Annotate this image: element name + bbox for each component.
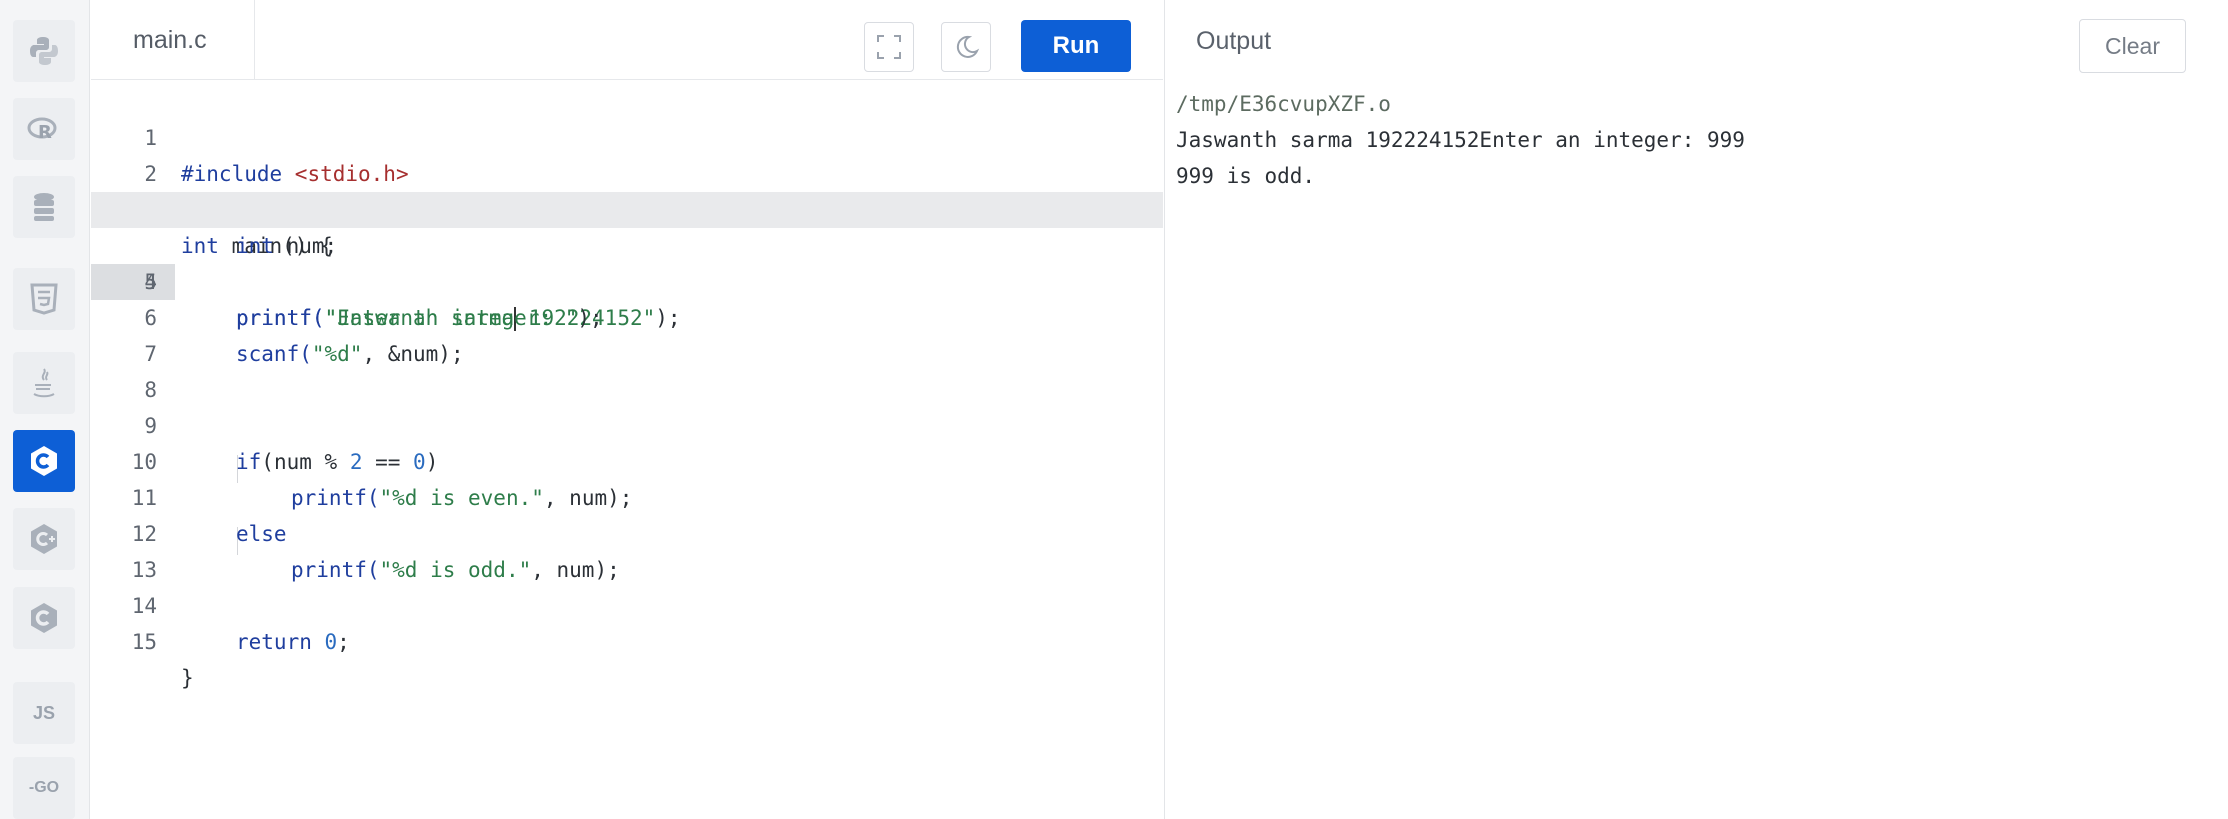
- code-line-6: 6 scanf("%d", &num);: [91, 264, 1163, 366]
- fullscreen-icon: [877, 35, 901, 59]
- moon-icon: [956, 35, 980, 58]
- code-line-11: 11 else: [91, 444, 1163, 546]
- js-label: JS: [32, 702, 56, 723]
- go-button[interactable]: -GO: [13, 757, 75, 819]
- editor-header: main.c Run: [91, 0, 1163, 80]
- cpp-icon: [31, 524, 57, 554]
- file-tab-label: main.c: [133, 25, 207, 54]
- run-button[interactable]: Run: [1021, 20, 1131, 72]
- code-line-9: 9 if(num % 2 == 0): [91, 372, 1163, 474]
- number-token: 0: [324, 630, 338, 654]
- csharp-button[interactable]: [13, 587, 75, 649]
- java-button[interactable]: [13, 352, 75, 414]
- code-token: }: [181, 666, 194, 690]
- line-number: 15: [131, 630, 157, 654]
- code-line-1: 1 #include <stdio.h>: [91, 84, 1163, 186]
- code-line-2: 2 ▾ int main() {: [91, 120, 1163, 258]
- code-text: return 0;: [236, 624, 350, 660]
- csharp-icon: [31, 603, 57, 633]
- sql-button[interactable]: [13, 176, 75, 238]
- database-icon: [34, 193, 54, 221]
- language-sidebar: R JS -GO: [0, 0, 90, 819]
- code-line-10: 10 printf("%d is even.", num);: [91, 408, 1163, 510]
- javascript-button[interactable]: JS: [13, 682, 75, 744]
- file-tab-main-c[interactable]: main.c: [91, 0, 255, 80]
- code-line-15: 15 }: [91, 588, 1163, 690]
- run-button-label: Run: [1052, 32, 1100, 59]
- code-line-5: 5 printf("Enter an integer: ");: [91, 228, 1163, 330]
- output-panel: Output Clear /tmp/E36cvupXZF.o Jaswanth …: [1164, 0, 2228, 819]
- go-label: -GO: [28, 779, 60, 796]
- code-line-7: 7: [91, 300, 1163, 366]
- dark-mode-button[interactable]: [941, 22, 991, 72]
- clear-button-label: Clear: [2105, 32, 2160, 59]
- clear-button[interactable]: Clear: [2079, 19, 2186, 73]
- output-line: /tmp/E36cvupXZF.o: [1176, 92, 1391, 116]
- output-line: Jaswanth sarma 192224152Enter an integer…: [1176, 128, 1745, 152]
- c-icon: [31, 446, 57, 476]
- output-title: Output: [1196, 27, 1272, 55]
- code-editor[interactable]: 1 #include <stdio.h> 2 ▾ int main() { 3 …: [91, 81, 1163, 819]
- html-button[interactable]: [13, 268, 75, 330]
- cpp-button[interactable]: [13, 508, 75, 570]
- code-line-8: 8: [91, 336, 1163, 402]
- code-line-14: 14 return 0;: [91, 552, 1163, 654]
- output-line: 999 is odd.: [1176, 164, 1316, 188]
- keyword-token: return: [236, 630, 312, 654]
- code-token: ;: [337, 630, 350, 654]
- code-line-4-active: 4 printf("Jaswanth sarma 192224152");: [91, 192, 1163, 331]
- code-line-13: 13: [91, 516, 1163, 582]
- java-icon: [33, 368, 55, 398]
- html5-icon: [30, 283, 58, 315]
- fullscreen-button[interactable]: [864, 22, 914, 72]
- r-button[interactable]: R: [13, 98, 75, 160]
- python-button[interactable]: [13, 20, 75, 82]
- output-header: Output Clear: [1165, 0, 2228, 80]
- r-icon: R: [27, 117, 57, 143]
- code-line-12: 12 printf("%d is odd.", num);: [91, 480, 1163, 582]
- code-text: }: [181, 660, 194, 696]
- svg-text:R: R: [38, 122, 52, 143]
- code-line-3: 3 int num;: [91, 156, 1163, 258]
- c-button[interactable]: [13, 430, 75, 492]
- python-icon: [30, 37, 58, 65]
